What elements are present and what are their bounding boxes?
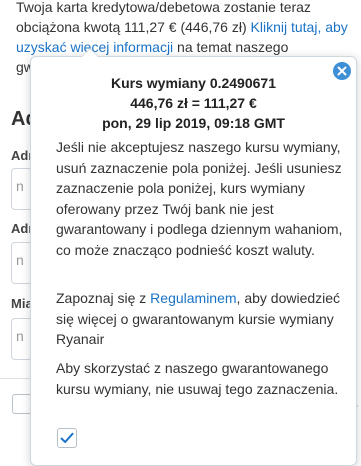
rate-line: Kurs wymiany 0.2490671 — [111, 75, 276, 91]
background-checkbox[interactable] — [12, 394, 32, 414]
rate-date: pon, 29 lip 2019, 09:18 GMT — [102, 115, 285, 131]
rate-disclaimer: Jeśli nie akceptujesz naszego kursu wymi… — [56, 139, 343, 258]
keep-checked-paragraph: Aby skorzystać z naszego gwarantowanego … — [56, 360, 339, 397]
terms-link[interactable]: Regulaminem — [150, 290, 236, 306]
notice-tail: na temat naszego — [173, 39, 289, 55]
conversion-line: 446,76 zł = 111,27 € — [130, 95, 257, 111]
guaranteed-rate-checkbox[interactable] — [57, 428, 77, 448]
checkmark-icon — [60, 432, 74, 443]
city-placeholder: n — [16, 328, 24, 344]
notice-line-2: obciążona kwotą 111,27 € (446,76 zł) — [16, 19, 251, 35]
exchange-rate-popover: Kurs wymiany 0.2490671 446,76 zł = 111,2… — [30, 48, 357, 466]
terms-before: Zapoznaj się z — [56, 290, 151, 306]
address-line2-placeholder: n — [16, 252, 24, 268]
popover-arrow — [81, 48, 99, 57]
notice-line-1: Twoja karta kredytowa/debetowa zostanie … — [16, 0, 311, 15]
terms-paragraph: Zapoznaj się z Regulaminem, aby dowiedzi… — [56, 288, 348, 350]
rate-summary: Kurs wymiany 0.2490671 446,76 zł = 111,2… — [31, 73, 356, 133]
address-line1-placeholder: n — [16, 178, 24, 194]
